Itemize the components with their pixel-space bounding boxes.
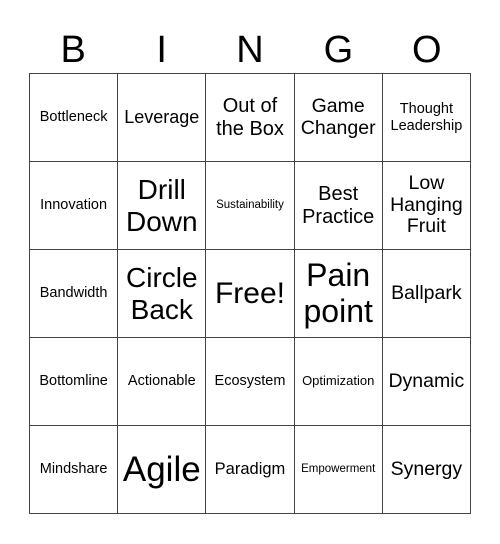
bingo-cell[interactable]: Paradigm <box>206 426 295 514</box>
bingo-cell[interactable]: Ecosystem <box>206 338 295 426</box>
header-letter-g: G <box>323 29 354 71</box>
bingo-header: B I N G O <box>29 28 471 73</box>
bingo-cell[interactable]: Sustainability <box>206 162 295 250</box>
bingo-cell[interactable]: Out of the Box <box>206 74 295 162</box>
bingo-cell[interactable]: Best Practice <box>294 162 383 250</box>
free-space[interactable]: Free! <box>206 250 295 338</box>
bingo-cell[interactable]: Ballpark <box>382 250 471 338</box>
bingo-cell[interactable]: Circle Back <box>118 250 207 338</box>
header-letter-i: I <box>156 29 167 71</box>
header-letter-o: O <box>412 29 442 71</box>
bingo-grid: Bottleneck Leverage Out of the Box Game … <box>29 73 471 514</box>
bingo-cell[interactable]: Synergy <box>382 426 471 514</box>
bingo-cell[interactable]: Bottleneck <box>30 74 119 162</box>
bingo-cell[interactable]: Agile <box>118 426 207 514</box>
bingo-cell[interactable]: Game Changer <box>294 74 383 162</box>
bingo-cell[interactable]: Dynamic <box>382 338 471 426</box>
bingo-cell[interactable]: Innovation <box>30 162 119 250</box>
bingo-cell[interactable]: Mindshare <box>30 426 119 514</box>
bingo-cell[interactable]: Bottomline <box>30 338 119 426</box>
bingo-cell[interactable]: Leverage <box>118 74 207 162</box>
bingo-cell[interactable]: Bandwidth <box>30 250 119 338</box>
bingo-cell[interactable]: Empowerment <box>294 426 383 514</box>
bingo-cell[interactable]: Optimization <box>294 338 383 426</box>
bingo-cell[interactable]: Low Hanging Fruit <box>382 162 471 250</box>
bingo-cell[interactable]: Actionable <box>118 338 207 426</box>
bingo-cell[interactable]: Thought Leadership <box>382 74 471 162</box>
header-letter-b: B <box>60 29 86 71</box>
bingo-cell[interactable]: Pain point <box>294 250 383 338</box>
bingo-cell[interactable]: Drill Down <box>118 162 207 250</box>
header-letter-n: N <box>236 29 264 71</box>
